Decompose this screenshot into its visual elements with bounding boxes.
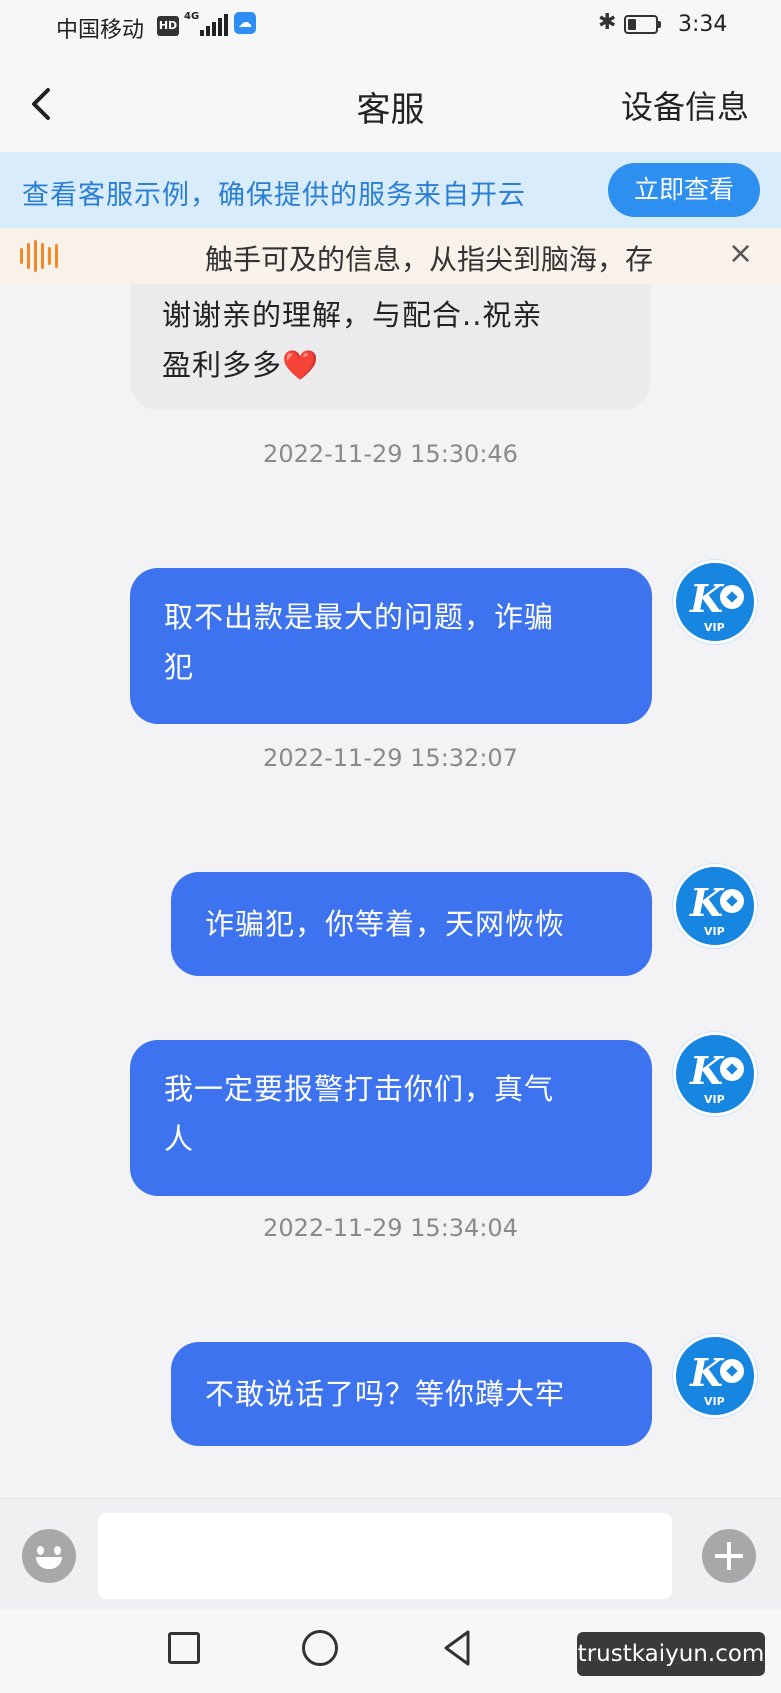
device-info-button[interactable]: 设备信息 xyxy=(621,82,749,128)
battery-icon xyxy=(624,15,661,34)
outgoing-message: 取不出款是最大的问题，诈骗 犯 xyxy=(130,568,652,724)
sound-wave-icon xyxy=(20,240,60,272)
outgoing-message: 不敢说话了吗？等你蹲大牢 xyxy=(171,1342,652,1446)
nav-square-icon[interactable] xyxy=(168,1632,200,1664)
close-icon[interactable]: × xyxy=(728,236,753,271)
marquee-text: 触手可及的信息，从指尖到脑海，存 xyxy=(205,243,654,276)
banner-text: 查看客服示例，确保提供的服务来自开云 xyxy=(22,180,526,211)
outgoing-message: 我一定要报警打击你们，真气 人 xyxy=(130,1040,652,1196)
hd-badge: HD xyxy=(157,16,179,36)
bluetooth-icon: ✱ xyxy=(598,10,617,35)
message-text: 人 xyxy=(164,1122,195,1156)
emoji-icon[interactable] xyxy=(22,1529,76,1583)
network-type: 4G xyxy=(184,11,200,22)
clock: 3:34 xyxy=(678,12,728,37)
message-text: 不敢说话了吗？等你蹲大牢 xyxy=(205,1377,566,1411)
user-avatar[interactable]: K VIP xyxy=(673,864,757,948)
view-now-button[interactable]: 立即查看 xyxy=(608,163,760,217)
chat-area[interactable]: 谢谢亲的理解，与配合..祝亲 盈利多多❤️ 2022-11-29 15:30:4… xyxy=(0,284,781,1498)
notice-banner: 查看客服示例，确保提供的服务来自开云 立即查看 xyxy=(0,152,781,228)
message-text: 盈利多多❤️ xyxy=(162,348,320,382)
announcement-marquee: 触手可及的信息，从指尖到脑海，存 × xyxy=(0,228,781,284)
message-text: 犯 xyxy=(164,650,195,684)
message-timestamp: 2022-11-29 15:34:04 xyxy=(263,1214,518,1242)
incoming-message: 谢谢亲的理解，与配合..祝亲 盈利多多❤️ xyxy=(130,284,650,410)
message-text: 谢谢亲的理解，与配合..祝亲 xyxy=(162,298,543,332)
message-timestamp: 2022-11-29 15:30:46 xyxy=(263,440,518,468)
user-avatar[interactable]: K VIP xyxy=(673,1334,757,1418)
message-text: 我一定要报警打击你们，真气 xyxy=(164,1072,555,1106)
message-text: 诈骗犯，你等着，天网恢恢 xyxy=(205,907,566,941)
nav-back-icon[interactable] xyxy=(440,1628,474,1668)
message-input[interactable] xyxy=(98,1513,672,1599)
plus-icon[interactable] xyxy=(702,1529,756,1583)
nav-circle-icon[interactable] xyxy=(302,1630,338,1666)
message-timestamp: 2022-11-29 15:32:07 xyxy=(263,744,518,772)
user-avatar[interactable]: K VIP xyxy=(673,560,757,644)
message-input-bar xyxy=(0,1498,781,1611)
signal-icon xyxy=(200,14,230,36)
status-bar: 中国移动 HD 4G ☁ ✱ 3:34 xyxy=(0,0,781,56)
watermark: trustkaiyun.com xyxy=(577,1632,765,1676)
user-avatar[interactable]: K VIP xyxy=(673,1032,757,1116)
outgoing-message: 诈骗犯，你等着，天网恢恢 xyxy=(171,872,652,976)
carrier-name: 中国移动 xyxy=(56,18,145,43)
title-bar: 客服 设备信息 xyxy=(0,56,781,152)
system-nav-bar: trustkaiyun.com xyxy=(0,1610,781,1693)
weather-app-icon: ☁ xyxy=(234,12,256,34)
message-text: 取不出款是最大的问题，诈骗 xyxy=(164,600,555,634)
